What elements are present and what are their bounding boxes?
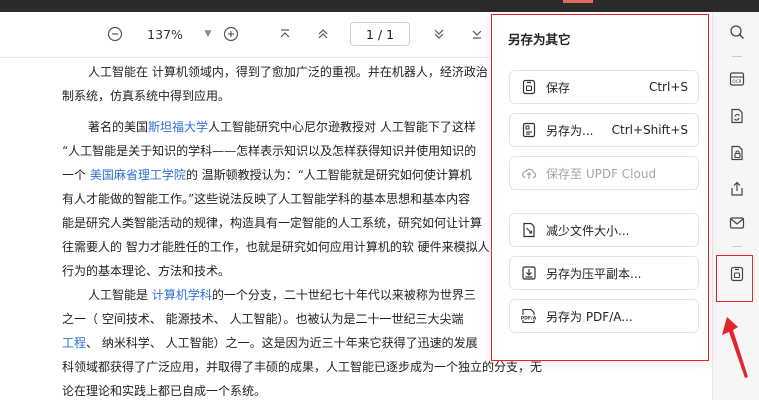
last-page-button[interactable] xyxy=(466,22,488,46)
double-chevron-up-icon xyxy=(318,29,328,39)
zoom-dropdown-icon[interactable]: ▼ xyxy=(202,22,214,46)
last-page-icon xyxy=(472,30,482,39)
convert-icon xyxy=(731,108,743,124)
save-as-icon xyxy=(520,121,538,139)
save-as-other-popup: 另存为其它 保存 Ctrl+S 另存为... Ctrl+Shift+S 保存至 … xyxy=(491,14,709,361)
menu-item-label: 另存为 PDF/A... xyxy=(546,309,633,324)
minus-circle-icon xyxy=(107,26,123,42)
text-run: 、 纳米科学、 人工智能）之一。这是因为近三十年来它获得了迅速的发展 xyxy=(86,336,478,350)
annotation-arrow-icon xyxy=(722,317,748,378)
menu-item-label: 减少文件大小... xyxy=(546,223,630,238)
window-top-strip xyxy=(0,0,759,12)
lock-document-icon xyxy=(731,145,743,161)
menu-item-reduce-size[interactable]: 减少文件大小... xyxy=(509,213,699,247)
menu-item-save-pdfa[interactable]: PDF/A 另存为 PDF/A... xyxy=(509,299,699,333)
text-run: 的一个分支，二十世纪七十年代以来被称为世界三 xyxy=(211,288,476,302)
menu-item-label: 保存至 UPDF Cloud xyxy=(546,166,657,181)
text-run: 人工智能是 xyxy=(88,288,152,302)
mail-icon xyxy=(729,217,745,229)
zoom-level[interactable]: 137% xyxy=(146,22,184,46)
convert-button[interactable] xyxy=(726,105,748,127)
menu-item-label: 另存为... xyxy=(546,123,594,138)
pdfa-icon: PDF/A xyxy=(520,307,538,325)
link-mit[interactable]: 美国麻省理工学院 xyxy=(90,168,186,182)
text-line: 论在理论和实践上都已自成一个系统。 xyxy=(62,384,267,398)
search-icon xyxy=(730,25,744,39)
ocr-button[interactable]: OCR xyxy=(726,68,748,90)
text-run: 的 温斯顿教授认为：“人工智能就是研究如何使计算机 xyxy=(185,168,472,182)
previous-page-button[interactable] xyxy=(312,22,334,46)
share-icon xyxy=(731,181,743,196)
plus-circle-icon xyxy=(223,26,239,42)
email-button[interactable] xyxy=(726,212,748,234)
first-page-button[interactable] xyxy=(274,22,296,46)
protect-button[interactable] xyxy=(726,142,748,164)
menu-item-save-flattened[interactable]: 另存为压平副本... xyxy=(509,256,699,290)
menu-item-save[interactable]: 保存 Ctrl+S xyxy=(509,70,699,104)
svg-text:OCR: OCR xyxy=(732,79,741,84)
search-button[interactable] xyxy=(726,21,748,43)
next-page-button[interactable] xyxy=(428,22,450,46)
zoom-in-button[interactable] xyxy=(220,22,242,46)
cloud-icon xyxy=(520,164,538,182)
top-strip-accent xyxy=(563,0,593,3)
text-run: 人工智能研究中心尼尔逊教授对 人工智能下了这样 xyxy=(208,120,476,134)
page-number-input[interactable]: 1 / 1 xyxy=(350,22,410,46)
popup-title: 另存为其它 xyxy=(508,32,571,47)
link-stanford[interactable]: 斯坦福大学 xyxy=(148,120,208,134)
double-chevron-down-icon xyxy=(434,29,444,39)
menu-item-save-as[interactable]: 另存为... Ctrl+Shift+S xyxy=(509,113,699,147)
first-page-icon xyxy=(280,29,290,38)
ocr-icon: OCR xyxy=(729,72,745,86)
toolbar-separator xyxy=(732,56,742,57)
link-engineering[interactable]: 工程 xyxy=(62,336,86,350)
text-run: 一个 xyxy=(62,168,90,182)
reduce-size-icon xyxy=(520,221,538,239)
menu-item-shortcut: Ctrl+S xyxy=(648,80,688,94)
menu-item-shortcut: Ctrl+Shift+S xyxy=(611,123,688,137)
flatten-icon xyxy=(520,264,538,282)
share-button[interactable] xyxy=(726,178,748,200)
save-icon xyxy=(520,78,538,96)
menu-item-save-to-cloud[interactable]: 保存至 UPDF Cloud xyxy=(509,156,699,190)
svg-text:PDF/A: PDF/A xyxy=(521,315,537,321)
toolbar-separator xyxy=(732,246,742,247)
link-computer-science[interactable]: 计算机学科 xyxy=(152,288,212,302)
annotation-highlight-box xyxy=(716,255,753,302)
text-run: 著名的美国 xyxy=(88,120,149,134)
menu-item-label: 保存 xyxy=(546,80,571,95)
menu-item-label: 另存为压平副本... xyxy=(546,266,642,281)
zoom-out-button[interactable] xyxy=(104,22,126,46)
